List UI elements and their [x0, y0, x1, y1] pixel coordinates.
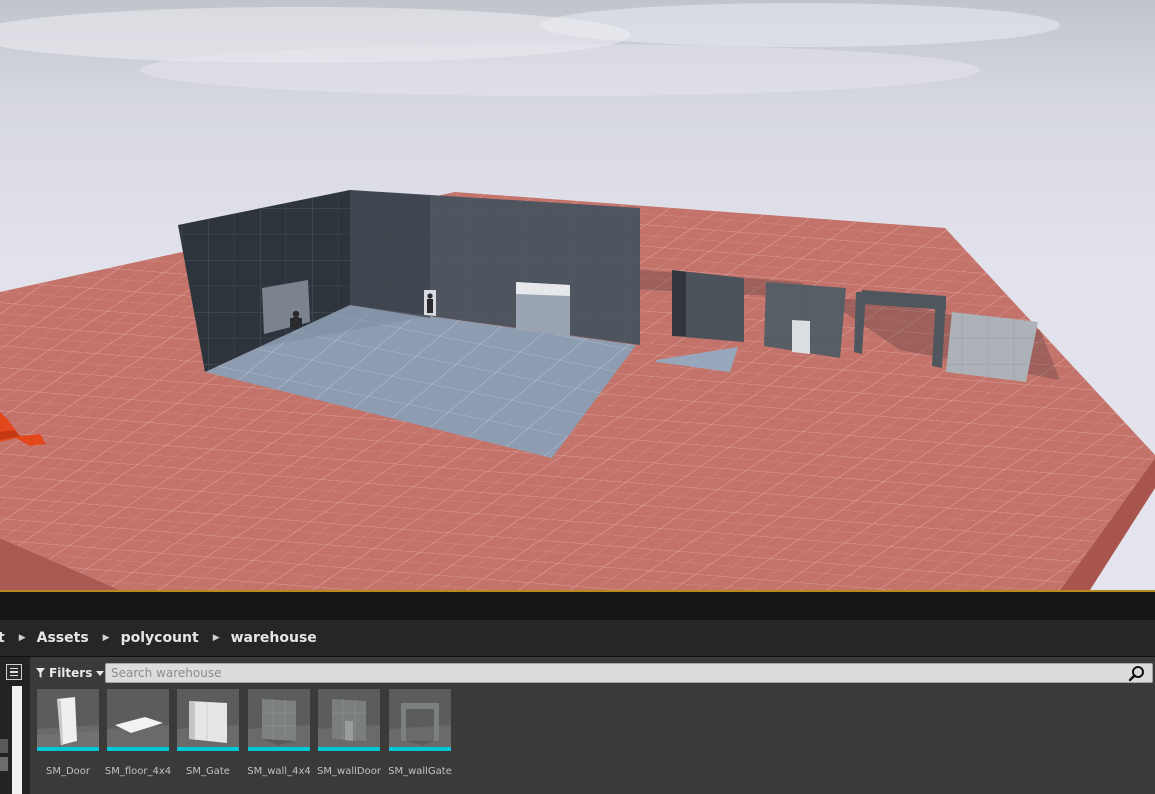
chevron-right-icon: ▶ [18, 633, 26, 643]
asset-tile-sm-walldoor[interactable]: SM_wallDoor [317, 689, 381, 787]
asset-type-bar [37, 747, 99, 751]
asset-tile-sm-wallgate[interactable]: SM_wallGate [388, 689, 452, 787]
filters-button[interactable]: Filters [36, 664, 105, 682]
search-icon[interactable] [1128, 665, 1146, 683]
asset-type-bar [107, 747, 169, 751]
breadcrumb-item-warehouse[interactable]: warehouse [231, 630, 317, 646]
breadcrumb-item-polycount[interactable]: polycount [121, 630, 199, 646]
asset-thumbnail [389, 689, 451, 751]
asset-type-bar [318, 747, 380, 751]
breadcrumb: t ▶ Assets ▶ polycount ▶ warehouse [0, 620, 1155, 657]
breadcrumb-item-assets[interactable]: Assets [37, 630, 89, 646]
asset-type-bar [177, 747, 239, 751]
filters-label: Filters [49, 666, 93, 680]
asset-tile-sm-floor-4x4[interactable]: SM_floor_4x4 [105, 689, 171, 787]
asset-tile-sm-wall-4x4[interactable]: SM_wall_4x4 [247, 689, 311, 787]
breadcrumb-item-root[interactable]: t [0, 630, 5, 646]
sources-item[interactable] [0, 757, 8, 771]
viewport-scene [0, 0, 1155, 590]
asset-tile-sm-gate[interactable]: SM_Gate [177, 689, 239, 787]
asset-tile-sm-door[interactable]: SM_Door [37, 689, 99, 787]
chevron-right-icon: ▶ [212, 633, 220, 643]
search-input[interactable] [105, 663, 1153, 683]
content-browser: Filters SM_Door [0, 657, 1155, 794]
sources-item[interactable] [0, 739, 8, 753]
sources-scrollbar[interactable] [12, 686, 22, 794]
asset-type-bar [248, 747, 310, 751]
chevron-right-icon: ▶ [102, 633, 110, 643]
chevron-down-icon [96, 670, 105, 676]
asset-thumbnail [248, 689, 310, 751]
level-viewport[interactable] [0, 0, 1155, 592]
funnel-icon [36, 668, 45, 678]
asset-type-bar [389, 747, 451, 751]
asset-thumbnail [107, 689, 169, 751]
panel-tab-strip [0, 592, 1155, 620]
asset-thumbnail [318, 689, 380, 751]
asset-name: SM_wallGate [388, 766, 452, 777]
sources-toggle-icon[interactable] [6, 664, 22, 680]
asset-thumbnail [37, 689, 99, 751]
asset-thumbnail [177, 689, 239, 751]
